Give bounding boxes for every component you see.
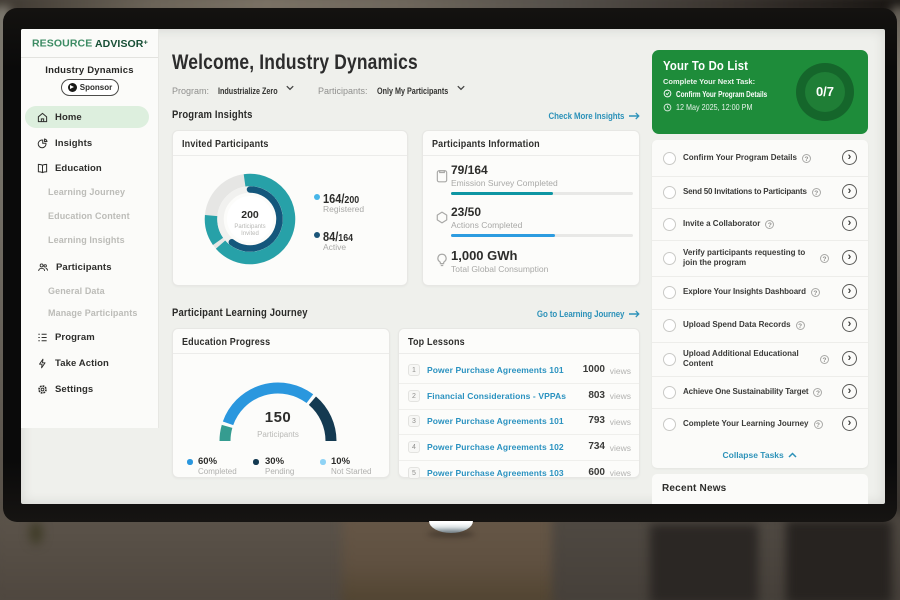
svg-text:Participants: Participants (234, 224, 265, 230)
svg-text:200: 200 (241, 209, 259, 221)
svg-text:Invited: Invited (241, 231, 259, 237)
